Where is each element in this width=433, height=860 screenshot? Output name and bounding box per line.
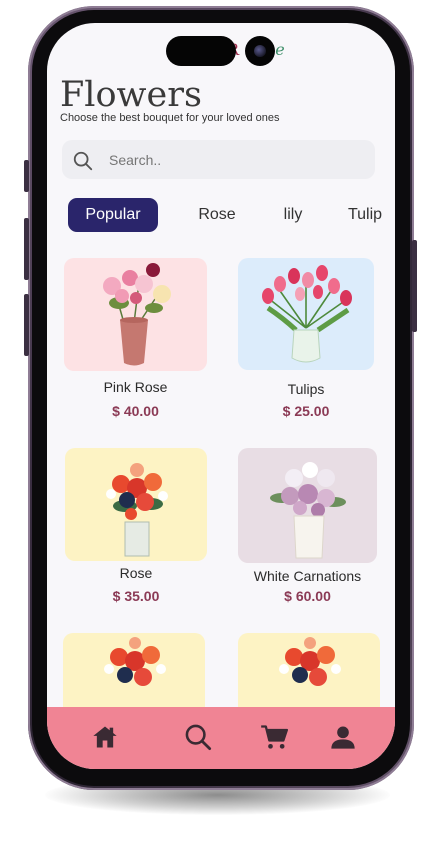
volume-up-button [24, 218, 29, 280]
product-image-tulips[interactable] [238, 258, 374, 370]
rose-bouquet-image [106, 463, 168, 557]
search-icon [73, 151, 93, 171]
front-camera [245, 36, 275, 66]
pink-rose-bouquet-image [103, 263, 171, 366]
tab-lily[interactable]: lily [275, 198, 311, 232]
search-icon[interactable] [184, 723, 212, 751]
product-image-pink-rose[interactable] [64, 258, 207, 371]
dynamic-island [166, 36, 236, 66]
product-price: $ 25.00 [282, 403, 330, 419]
search-bar[interactable] [62, 140, 375, 179]
mute-switch [24, 160, 29, 192]
product-price: $ 60.00 [284, 588, 331, 604]
white-carnations-bouquet-image [270, 462, 346, 559]
product-name: Tulips [287, 381, 325, 397]
app-screen: Rse Flowers Choose the best bouquet for … [47, 23, 395, 769]
power-button [412, 240, 417, 332]
cart-icon[interactable] [260, 723, 288, 751]
profile-icon[interactable] [329, 723, 357, 751]
page-title: Flowers [60, 75, 202, 115]
tulips-bouquet-image [262, 265, 352, 363]
product-name: Rose [119, 565, 153, 581]
volume-down-button [24, 294, 29, 356]
home-icon[interactable] [91, 723, 119, 751]
product-image-white-carnations[interactable] [238, 448, 377, 563]
bottom-nav [47, 707, 395, 769]
product-image-rose[interactable] [65, 448, 207, 561]
page-subtitle: Choose the best bouquet for your loved o… [60, 112, 280, 124]
tab-popular[interactable]: Popular [68, 198, 158, 232]
tab-tulip[interactable]: Tulip [341, 198, 389, 232]
product-price: $ 40.00 [112, 403, 159, 419]
product-name: White Carnations [253, 568, 362, 584]
tab-rose[interactable]: Rose [192, 198, 242, 232]
search-input[interactable] [107, 151, 361, 169]
product-price: $ 35.00 [112, 588, 160, 604]
product-name: Pink Rose [103, 379, 168, 395]
